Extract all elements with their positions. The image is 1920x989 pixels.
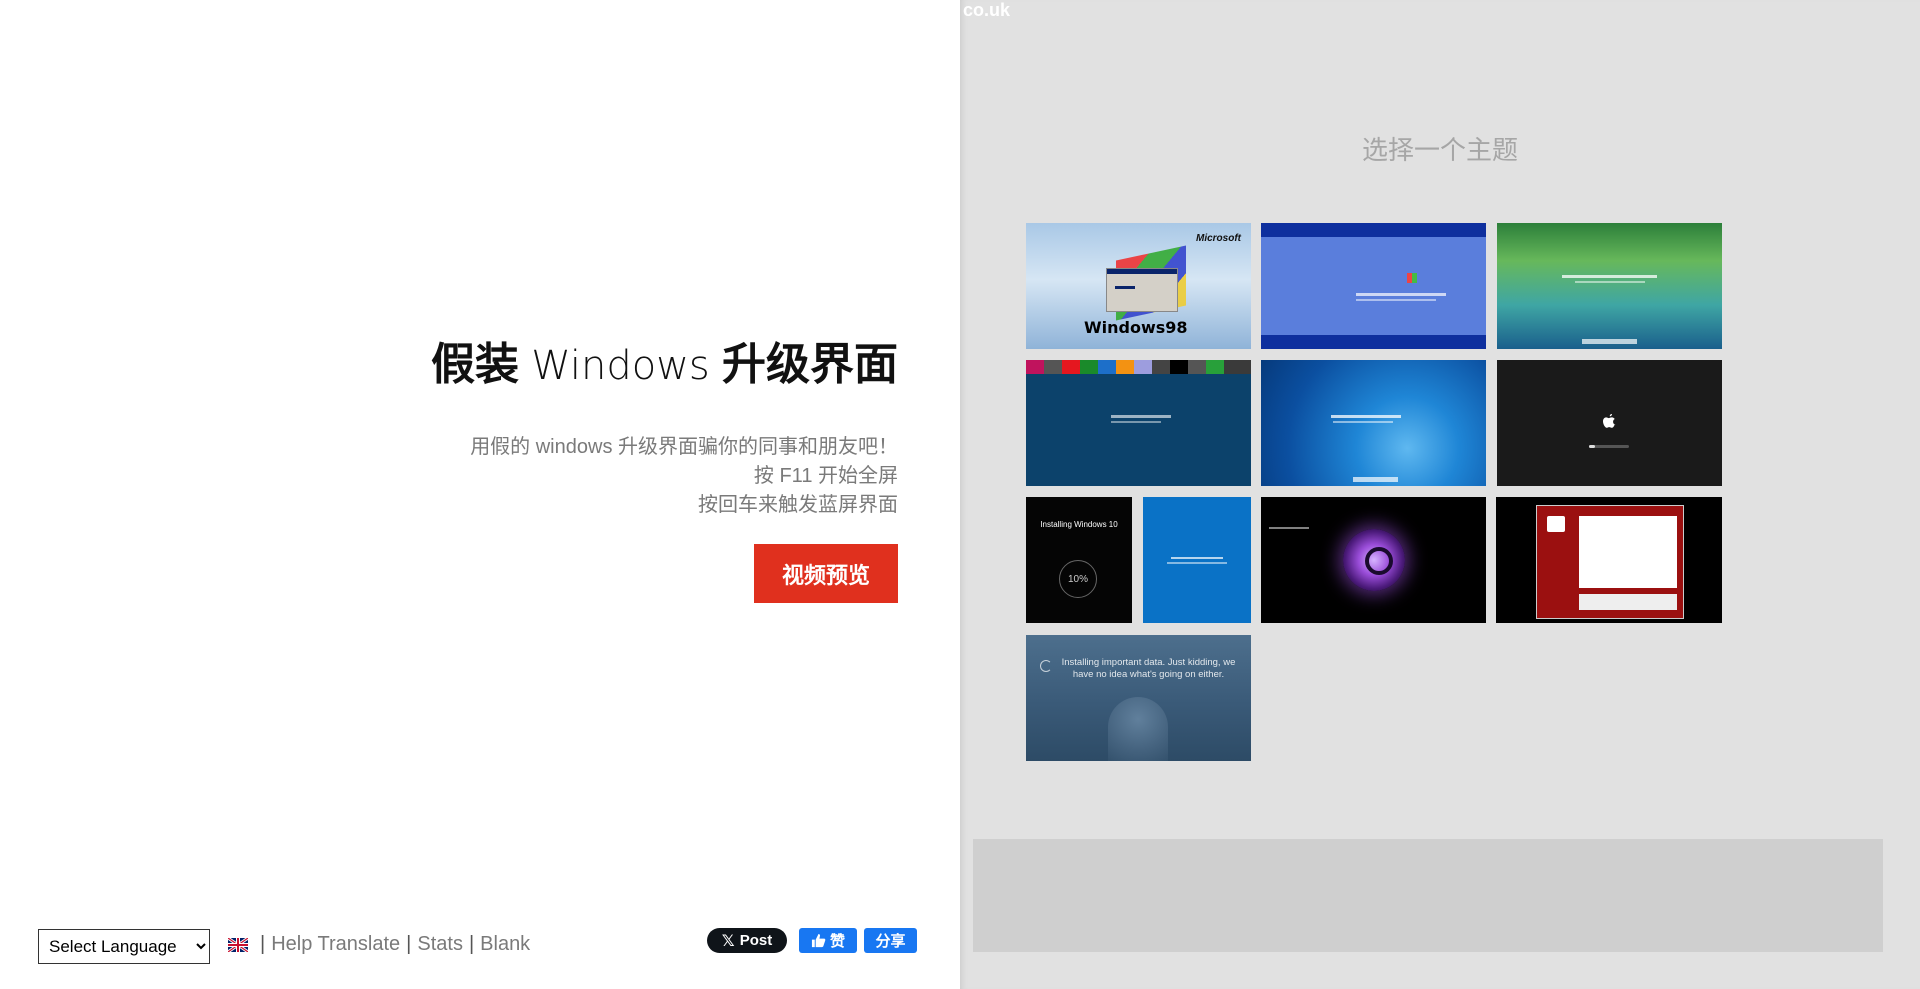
separator: | — [260, 933, 266, 955]
win10-progress-ring: 10% — [1059, 560, 1097, 598]
x-post-label: Post — [739, 932, 773, 949]
win10-percent: 10% — [1067, 573, 1088, 585]
xp-status-text — [1356, 299, 1436, 301]
desc-line-3: 按回车来触发蓝屏界面 — [698, 494, 898, 516]
steam-logo-icon — [1343, 529, 1405, 591]
steam-console-text — [1269, 527, 1309, 529]
vista-status-text — [1575, 281, 1645, 283]
lock-icon — [1547, 516, 1565, 532]
facebook-share-button[interactable]: 分享 — [864, 928, 917, 953]
stressed-person-image — [1108, 697, 1168, 761]
x-post-button[interactable]: 𝕏 Post — [707, 928, 787, 953]
win7-status-text — [1331, 415, 1401, 418]
theme-windows-10-update[interactable] — [1143, 497, 1251, 623]
help-translate-link[interactable]: Help Translate — [271, 933, 400, 956]
footer-links: | Help Translate | Stats | Blank — [228, 933, 530, 956]
mac-progress-bar — [1589, 445, 1629, 448]
win7-logo-icon — [1353, 477, 1398, 482]
theme-windows-98[interactable]: Microsoft Windows98 — [1026, 223, 1251, 349]
page-title: 假装 Windows 升级界面 — [431, 328, 898, 392]
vista-logo-icon — [1582, 339, 1637, 344]
fb-share-label: 分享 — [875, 932, 906, 950]
xp-bottom-bar — [1261, 335, 1486, 349]
crazy-line-2: have no idea what's going on either. — [1072, 669, 1225, 680]
ransomware-window — [1536, 505, 1684, 619]
hero-description: 用假的 windows 升级界面骗你的同事和朋友吧！ 按 F11 开始全屏 按回… — [470, 433, 898, 520]
thumbs-up-icon — [811, 933, 826, 948]
win7-status-text — [1333, 421, 1393, 423]
fb-like-label: 赞 — [829, 932, 845, 950]
theme-windows-vista[interactable] — [1497, 223, 1722, 349]
theme-windows-7[interactable] — [1261, 360, 1486, 486]
win8-color-strip — [1026, 360, 1251, 374]
xp-top-bar — [1261, 223, 1486, 237]
separator: | — [468, 933, 475, 955]
xp-status-text — [1356, 293, 1446, 296]
title-part-3: 升级界面 — [722, 340, 898, 389]
theme-windows-10-installing[interactable]: Installing Windows 10 10% — [1026, 497, 1132, 623]
win98-brand: Microsoft — [1196, 233, 1241, 244]
win98-dialog — [1106, 268, 1178, 312]
title-part-2: Windows — [531, 343, 710, 389]
video-preview-button[interactable]: 视频预览 — [754, 544, 898, 603]
ad-slot — [973, 839, 1883, 952]
theme-steam-os[interactable] — [1261, 497, 1486, 623]
theme-crazy-update[interactable]: Installing important data. Just kidding,… — [1026, 635, 1251, 761]
theme-ransomware[interactable] — [1496, 497, 1722, 623]
windows-logo-icon — [1407, 273, 1417, 283]
apple-logo-icon — [1603, 413, 1616, 428]
win10-update-text — [1171, 557, 1223, 559]
theme-windows-xp[interactable] — [1261, 223, 1486, 349]
domain-fragment: co.uk — [963, 0, 1011, 20]
themes-title: 选择一个主题 — [1361, 136, 1518, 166]
separator: | — [406, 933, 412, 955]
ransom-footer-panel — [1579, 594, 1677, 610]
theme-panel: 选择一个主题 Microsoft Windows98 Installing Wi… — [960, 0, 1920, 989]
uk-flag-icon — [228, 937, 248, 952]
crazy-line-1: Installing important data. Just kidding,… — [1061, 657, 1236, 668]
win10-update-text — [1167, 562, 1227, 564]
language-select[interactable]: Select Language — [38, 929, 210, 964]
win10-install-label: Installing Windows 10 — [1040, 520, 1118, 529]
title-part-1: 假装 — [430, 340, 519, 389]
vista-status-text — [1562, 275, 1657, 278]
ransom-text-panel — [1579, 516, 1677, 588]
hero-panel: 假装 Windows 升级界面 用假的 windows 升级界面骗你的同事和朋友… — [0, 0, 960, 989]
stats-link[interactable]: Stats — [417, 933, 463, 956]
win8-status-text — [1111, 415, 1171, 418]
spinner-icon — [1040, 660, 1052, 672]
blank-link[interactable]: Blank — [480, 933, 530, 956]
win98-logo: Windows98 — [1084, 318, 1188, 337]
x-icon: 𝕏 — [721, 932, 735, 950]
desc-line-1: 用假的 windows 升级界面骗你的同事和朋友吧！ — [470, 436, 898, 458]
win8-status-text — [1111, 421, 1161, 423]
facebook-like-button[interactable]: 赞 — [799, 928, 857, 953]
theme-windows-8[interactable] — [1026, 360, 1251, 486]
desc-line-2: 按 F11 开始全屏 — [753, 465, 898, 487]
theme-mac-os[interactable] — [1497, 360, 1722, 486]
